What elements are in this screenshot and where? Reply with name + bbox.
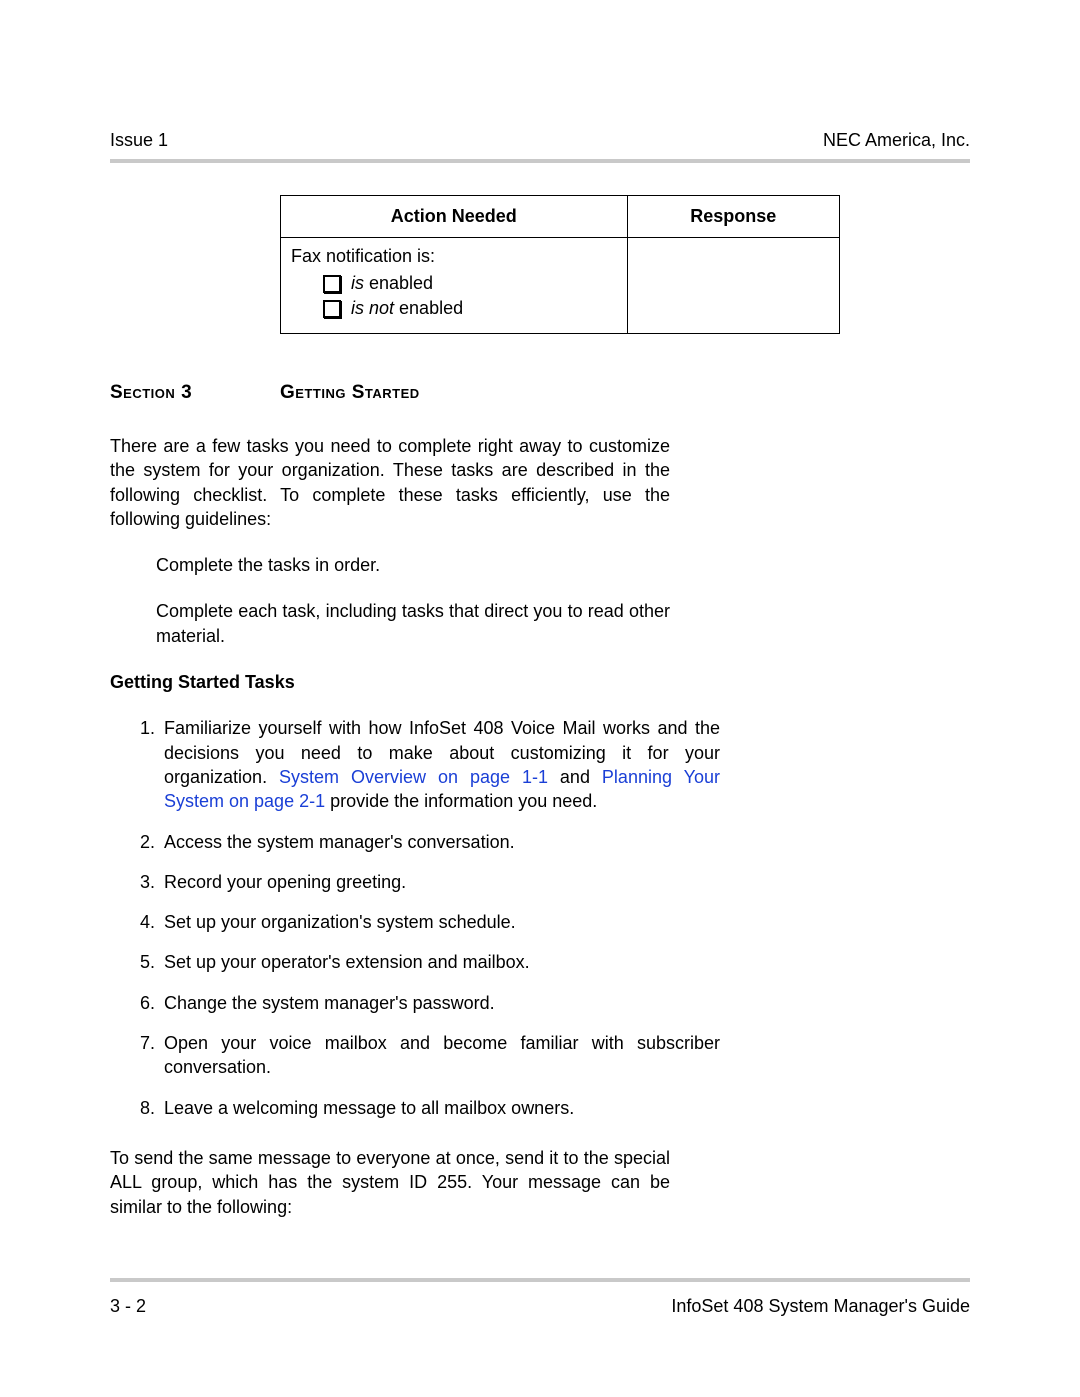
option-not-enabled: is not enabled — [323, 298, 617, 319]
fax-row-label: Fax notification is: — [291, 246, 435, 266]
task-item: Leave a welcoming message to all mailbox… — [160, 1096, 720, 1120]
task-item: Record your opening greeting. — [160, 870, 720, 894]
option-prefix: is not — [351, 298, 394, 318]
footer-page-number: 3 - 2 — [110, 1296, 146, 1317]
section-title-w2: Started — [346, 382, 420, 403]
intro-paragraph: There are a few tasks you need to comple… — [110, 434, 670, 531]
task-text: and — [548, 767, 602, 787]
cell-response — [627, 238, 839, 334]
task-item: Change the system manager's password. — [160, 991, 720, 1015]
checkbox-icon — [323, 275, 341, 293]
option-label: is enabled — [351, 273, 433, 294]
section-label-num: 3 — [175, 382, 192, 403]
header-right: NEC America, Inc. — [823, 130, 970, 151]
task-item: Familiarize yourself with how InfoSet 40… — [160, 716, 720, 813]
fax-table-wrap: Action Needed Response Fax notification … — [280, 195, 840, 334]
section-label-word: Section — [110, 382, 175, 403]
task-text: provide the information you need. — [325, 791, 597, 811]
header-left: Issue 1 — [110, 130, 168, 151]
task-item: Set up your operator's extension and mai… — [160, 950, 720, 974]
section-title-w1: Getting — [280, 382, 346, 403]
option-enabled: is enabled — [323, 273, 617, 294]
closing-paragraph: To send the same message to everyone at … — [110, 1146, 670, 1219]
tasks-list: Familiarize yourself with how InfoSet 40… — [110, 716, 720, 1120]
col-action-needed: Action Needed — [281, 196, 628, 238]
option-rest: enabled — [394, 298, 463, 318]
section-heading-row: Section 3 Getting Started — [110, 382, 970, 404]
section-title: Getting Started — [280, 382, 420, 404]
page: Issue 1 NEC America, Inc. Action Needed … — [0, 0, 1080, 1397]
guideline-1: Complete the tasks in order. — [156, 553, 670, 577]
col-response: Response — [627, 196, 839, 238]
option-prefix: is — [351, 273, 364, 293]
cell-action: Fax notification is: is enabled — [281, 238, 628, 334]
option-label: is not enabled — [351, 298, 463, 319]
running-footer: 3 - 2 InfoSet 408 System Manager's Guide — [110, 1278, 970, 1317]
task-item: Access the system manager's conversation… — [160, 830, 720, 854]
table-row: Fax notification is: is enabled — [281, 238, 840, 334]
task-item: Open your voice mailbox and become famil… — [160, 1031, 720, 1080]
task-item: Set up your organization's system schedu… — [160, 910, 720, 934]
option-rest: enabled — [364, 273, 433, 293]
option-list: is enabled is not enabled — [291, 273, 617, 319]
running-header: Issue 1 NEC America, Inc. — [110, 130, 970, 151]
checkbox-icon — [323, 300, 341, 318]
footer-rule — [110, 1278, 970, 1282]
header-rule — [110, 159, 970, 163]
fax-table: Action Needed Response Fax notification … — [280, 195, 840, 334]
footer-doc-title: InfoSet 408 System Manager's Guide — [671, 1296, 970, 1317]
tasks-heading: Getting Started Tasks — [110, 670, 670, 694]
link-system-overview[interactable]: System Overview on page 1-1 — [279, 767, 548, 787]
section-label: Section 3 — [110, 382, 280, 404]
guideline-2: Complete each task, including tasks that… — [156, 599, 670, 648]
